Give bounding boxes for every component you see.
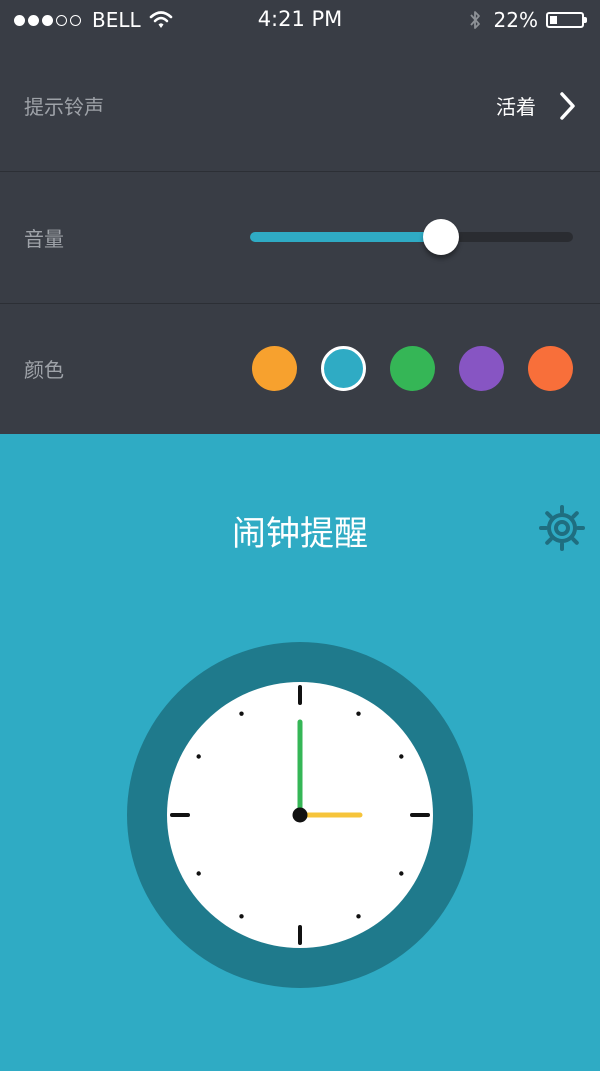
clock-minor-tick (196, 754, 201, 759)
volume-row: 音量 (0, 172, 600, 304)
color-swatch[interactable] (459, 346, 504, 391)
ringtone-row[interactable]: 提示铃声 活着 (0, 40, 600, 172)
clock-minor-tick (399, 754, 404, 759)
clock-minor-tick (399, 871, 404, 876)
status-bar: BELL 4:21 PM 22% (0, 0, 600, 40)
volume-slider-fill (250, 232, 441, 242)
color-swatch[interactable] (252, 346, 297, 391)
battery-icon (546, 12, 587, 28)
battery-percentage: 22% (493, 8, 538, 32)
page-title: 闹钟提醒 (232, 514, 368, 554)
color-swatch[interactable] (528, 346, 573, 391)
clock-minor-tick (196, 871, 201, 876)
clock-minor-tick (356, 914, 361, 919)
alarm-panel: 闹钟提醒 (0, 434, 600, 1071)
color-swatches (228, 346, 573, 391)
volume-label: 音量 (24, 227, 64, 251)
clock-center-pin (292, 807, 308, 823)
ringtone-label: 提示铃声 (24, 95, 104, 119)
analog-clock (127, 642, 473, 988)
gear-icon[interactable] (538, 504, 586, 552)
color-label: 颜色 (24, 358, 64, 382)
bluetooth-icon (469, 11, 480, 29)
chevron-right-icon[interactable] (558, 91, 578, 121)
settings-panel: BELL 4:21 PM 22% 提示铃声 活着 音量 颜色 (0, 0, 600, 434)
color-swatch[interactable] (390, 346, 435, 391)
volume-slider[interactable] (250, 219, 573, 255)
color-row: 颜色 (0, 303, 600, 434)
clock-minor-tick (239, 711, 244, 716)
volume-slider-thumb[interactable] (422, 219, 459, 255)
battery-level-fill (550, 16, 557, 24)
clock-minor-tick (239, 914, 244, 919)
color-swatch[interactable] (321, 346, 366, 391)
ringtone-value: 活着 (496, 95, 536, 119)
clock-minor-tick (356, 711, 361, 716)
